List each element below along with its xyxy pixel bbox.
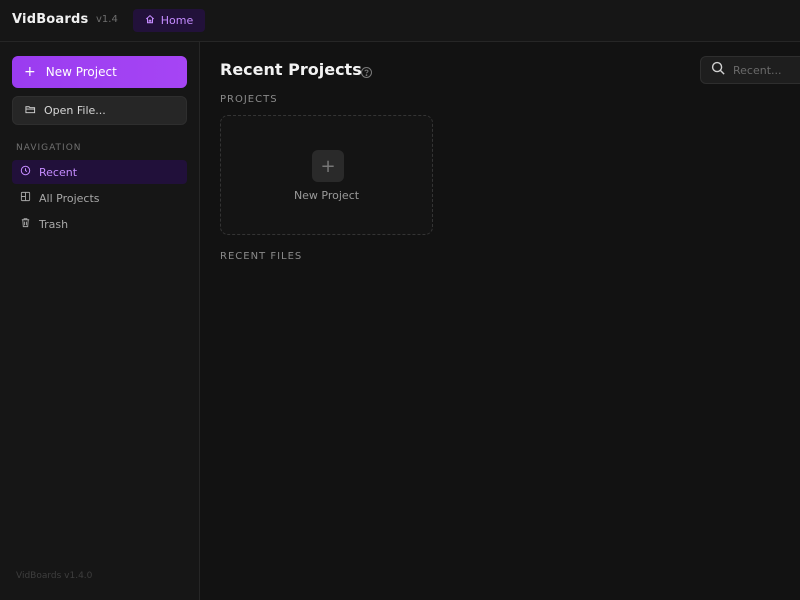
sidebar: + New Project Open File... NAVIGATION Re… (0, 42, 200, 600)
new-project-button[interactable]: + New Project (12, 56, 187, 88)
page-title: Recent Projects (220, 60, 362, 79)
sidebar-item-recent[interactable]: Recent (12, 160, 187, 184)
new-project-button-label: New Project (45, 65, 117, 79)
plus-icon: + (24, 64, 36, 80)
recent-files-section-label: RECENT FILES (220, 251, 303, 262)
footer-version: VidBoards v1.4.0 (16, 571, 93, 581)
sidebar-item-label: Trash (39, 217, 69, 231)
sidebar-item-all-projects[interactable]: All Projects (12, 186, 187, 210)
navigation-heading: NAVIGATION (16, 143, 82, 153)
main-content: Recent Projects PROJECTS + New Project R… (201, 42, 800, 600)
new-project-card-label: New Project (293, 189, 360, 202)
plus-icon: + (312, 150, 344, 182)
sidebar-item-label: Recent (39, 165, 78, 179)
sidebar-item-trash[interactable]: Trash (12, 212, 187, 236)
home-tab[interactable]: Home (133, 9, 205, 32)
app-name: VidBoards (12, 12, 89, 27)
search-input[interactable] (733, 63, 800, 77)
grid-icon (20, 191, 31, 205)
home-icon (145, 14, 155, 27)
clock-icon (20, 165, 31, 179)
home-tab-label: Home (160, 14, 194, 27)
search-box[interactable] (700, 56, 800, 84)
new-project-card[interactable]: + New Project (220, 115, 433, 235)
app-version: v1.4 (96, 14, 118, 25)
open-file-button[interactable]: Open File... (12, 96, 187, 125)
help-icon[interactable] (360, 64, 373, 78)
folder-icon (25, 104, 36, 118)
open-file-button-label: Open File... (44, 104, 106, 117)
trash-icon (20, 217, 31, 231)
projects-section-label: PROJECTS (220, 94, 278, 105)
sidebar-item-label: All Projects (39, 191, 100, 205)
search-icon (711, 61, 726, 80)
top-bar: VidBoards v1.4 Home (0, 0, 800, 42)
